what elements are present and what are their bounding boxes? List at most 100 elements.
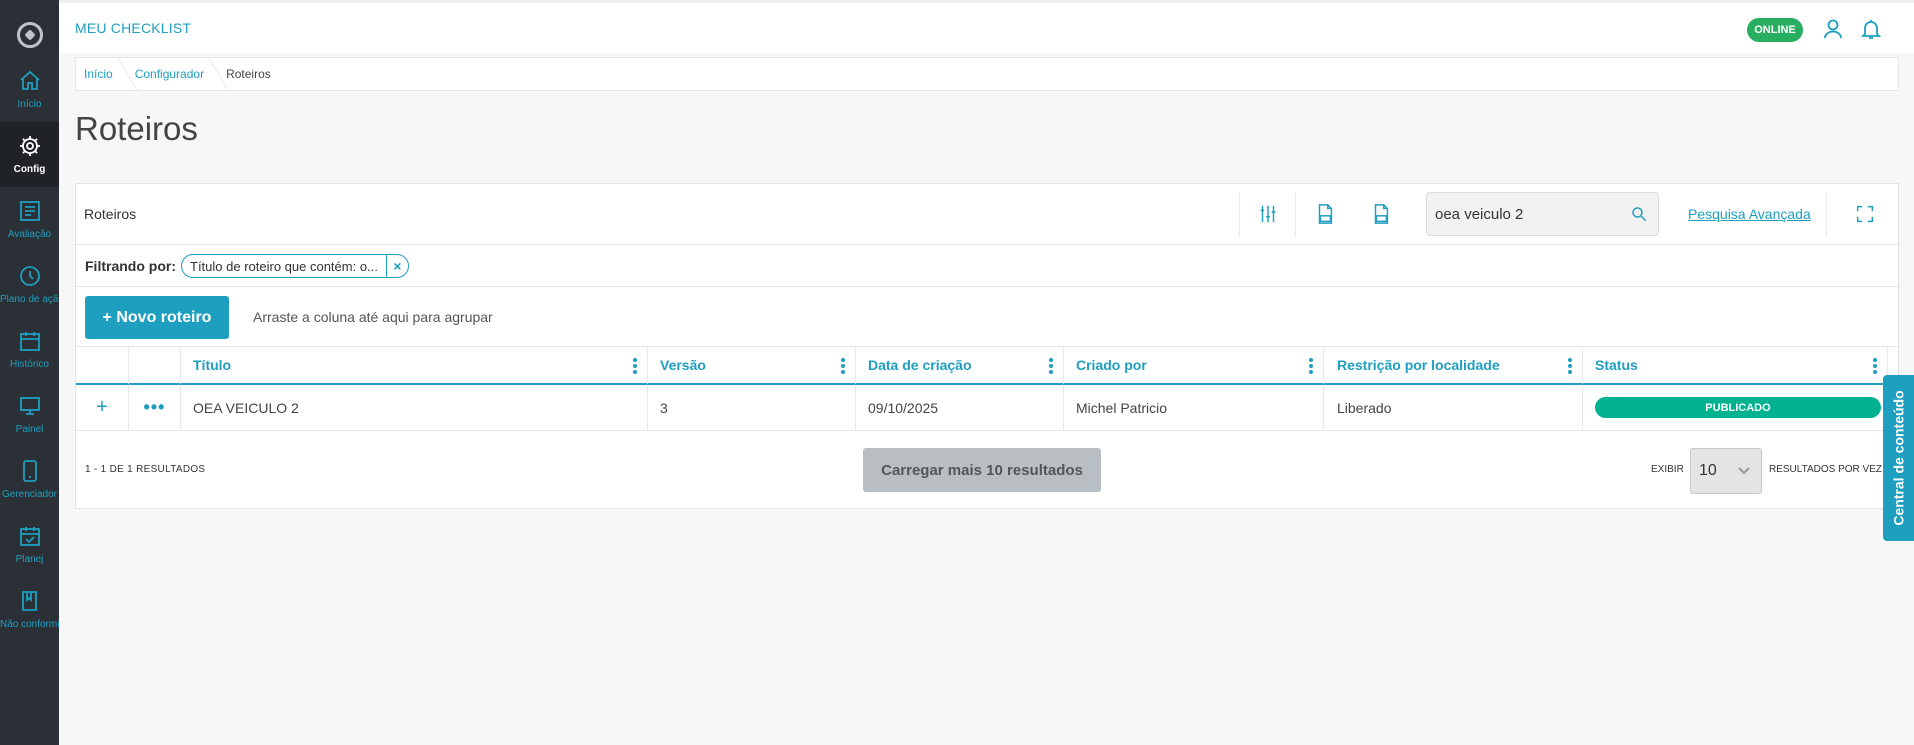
app-logo-icon[interactable] (0, 12, 59, 57)
column-header-versao[interactable]: Versão (648, 347, 856, 385)
column-header-label: Título (193, 357, 232, 373)
sidebar-item-label: Histórico (10, 359, 49, 370)
column-header-label: Restrição por localidade (1337, 357, 1500, 373)
content-center-tab[interactable]: Central de conteúdo (1883, 375, 1914, 541)
monitor-icon (19, 397, 40, 415)
roteiros-grid-panel: Roteiros Pesquisa Avançada Filtrando por… (75, 183, 1899, 509)
app-title: MEU CHECKLIST (75, 20, 192, 36)
sidebar-item-planej[interactable]: Planej (0, 512, 59, 577)
column-menu-icon[interactable] (633, 358, 637, 374)
new-roteiro-button[interactable]: + Novo roteiro (85, 296, 229, 339)
toolbar-divider (1826, 192, 1827, 237)
sidebar-item-label: Planej (15, 554, 44, 565)
sidebar-item-label: Início (17, 99, 42, 110)
column-menu-icon[interactable] (841, 358, 845, 374)
plus-icon[interactable]: + (96, 396, 108, 419)
column-header-label: Data de criação (868, 357, 972, 373)
cell-titulo: OEA VEICULO 2 (181, 385, 648, 431)
cell-data-criacao: 09/10/2025 (856, 385, 1064, 431)
sidebar-item-plano-de-acao[interactable]: Plano de ação (0, 252, 59, 317)
column-header-titulo[interactable]: Título (181, 347, 648, 385)
fullscreen-icon[interactable] (1853, 202, 1877, 226)
cell-versao: 3 (648, 385, 856, 431)
actions-column-header (129, 347, 181, 385)
column-header-criado-por[interactable]: Criado por (1064, 347, 1324, 385)
advanced-search-link[interactable]: Pesquisa Avançada (1688, 206, 1811, 222)
user-icon[interactable] (1821, 17, 1845, 41)
toolbar-divider (1295, 192, 1296, 237)
sidebar: Início Config Avaliação Plano de ação Hi… (0, 0, 59, 745)
breadcrumb-item-inicio[interactable]: Início (84, 67, 113, 81)
sidebar-item-config[interactable]: Config (0, 122, 59, 187)
book-icon (21, 591, 37, 611)
load-more-button[interactable]: Carregar mais 10 resultados (863, 448, 1101, 492)
search-icon[interactable] (1630, 205, 1648, 223)
column-menu-icon[interactable] (1568, 358, 1572, 374)
result-count: 1 - 1 DE 1 RESULTADOS (85, 464, 206, 475)
expand-row-button[interactable]: + (76, 385, 129, 431)
expand-column-header (76, 347, 129, 385)
sidebar-item-label: Painel (15, 424, 44, 435)
online-status-badge: ONLINE (1747, 18, 1803, 42)
sidebar-item-inicio[interactable]: Início (0, 57, 59, 122)
top-bar: MEU CHECKLIST ONLINE (59, 0, 1914, 53)
sidebar-item-historico[interactable]: Histórico (0, 317, 59, 382)
sidebar-item-avaliacao[interactable]: Avaliação (0, 187, 59, 252)
export-pdf-icon[interactable] (1369, 202, 1393, 226)
sidebar-item-gerenciador[interactable]: Gerenciador (0, 447, 59, 512)
per-page-label: RESULTADOS POR VEZ (1769, 464, 1882, 475)
page-size-select[interactable]: 10 (1690, 448, 1762, 494)
grid-toolbar: Roteiros Pesquisa Avançada (76, 184, 1898, 245)
column-menu-icon[interactable] (1873, 358, 1877, 374)
breadcrumb-item-roteiros: Roteiros (226, 67, 271, 81)
sidebar-item-label: Avaliação (7, 229, 52, 240)
remove-filter-button[interactable]: × (385, 255, 408, 277)
sidebar-item-label: Config (13, 164, 46, 175)
home-icon (19, 70, 40, 90)
chevron-down-icon (1737, 463, 1751, 477)
column-menu-icon[interactable] (1309, 358, 1313, 374)
export-xls-icon[interactable] (1313, 202, 1337, 226)
filter-chip-text: Título de roteiro que contém: o... (190, 258, 378, 274)
gear-icon (19, 136, 40, 156)
more-options-icon[interactable]: ••• (144, 397, 166, 418)
column-header-data-criacao[interactable]: Data de criação (856, 347, 1064, 385)
status-badge: PUBLICADO (1595, 397, 1881, 418)
column-header-status[interactable]: Status (1583, 347, 1888, 385)
page-title: Roteiros (75, 110, 198, 147)
cell-status: PUBLICADO (1583, 385, 1888, 431)
calendar-icon (19, 332, 40, 351)
column-header-label: Versão (660, 357, 706, 373)
filter-row: Filtrando por: Título de roteiro que con… (76, 245, 1898, 287)
sidebar-item-nao-conformidade[interactable]: Não conformidade (0, 577, 59, 642)
group-row: + Novo roteiro Arraste a coluna até aqui… (76, 287, 1898, 347)
column-header-restricao[interactable]: Restrição por localidade (1324, 347, 1583, 385)
column-settings-icon[interactable] (1256, 202, 1280, 226)
sidebar-item-label: Plano de ação (0, 294, 59, 305)
sidebar-item-label: Gerenciador (1, 489, 58, 500)
row-actions-button[interactable]: ••• (129, 385, 181, 431)
sidebar-item-painel[interactable]: Painel (0, 382, 59, 447)
search-input[interactable] (1427, 193, 1627, 235)
search-field[interactable] (1426, 192, 1659, 236)
column-header-label: Status (1595, 357, 1638, 373)
calendar-check-icon (19, 527, 40, 546)
grid-title: Roteiros (84, 206, 137, 222)
breadcrumb-item-configurador[interactable]: Configurador (135, 67, 204, 81)
column-menu-icon[interactable] (1049, 358, 1053, 374)
evaluation-icon (19, 201, 40, 221)
mobile-icon (22, 460, 37, 482)
clock-icon (19, 266, 40, 286)
column-header-label: Criado por (1076, 357, 1147, 373)
breadcrumb: Início Configurador Roteiros (75, 57, 1899, 91)
filter-chip: Título de roteiro que contém: o... × (181, 254, 409, 278)
page-size-value: 10 (1699, 462, 1717, 479)
content-center-label: Central de conteúdo (1890, 390, 1907, 526)
cell-criado-por: Michel Patricio (1064, 385, 1324, 431)
filter-label: Filtrando por: (85, 258, 176, 274)
group-drop-hint: Arraste a coluna até aqui para agrupar (253, 309, 493, 325)
toolbar-divider (1239, 192, 1240, 237)
cell-restricao: Liberado (1324, 385, 1583, 431)
bell-icon[interactable] (1859, 17, 1883, 41)
sidebar-item-label: Não conformidade (0, 619, 59, 630)
